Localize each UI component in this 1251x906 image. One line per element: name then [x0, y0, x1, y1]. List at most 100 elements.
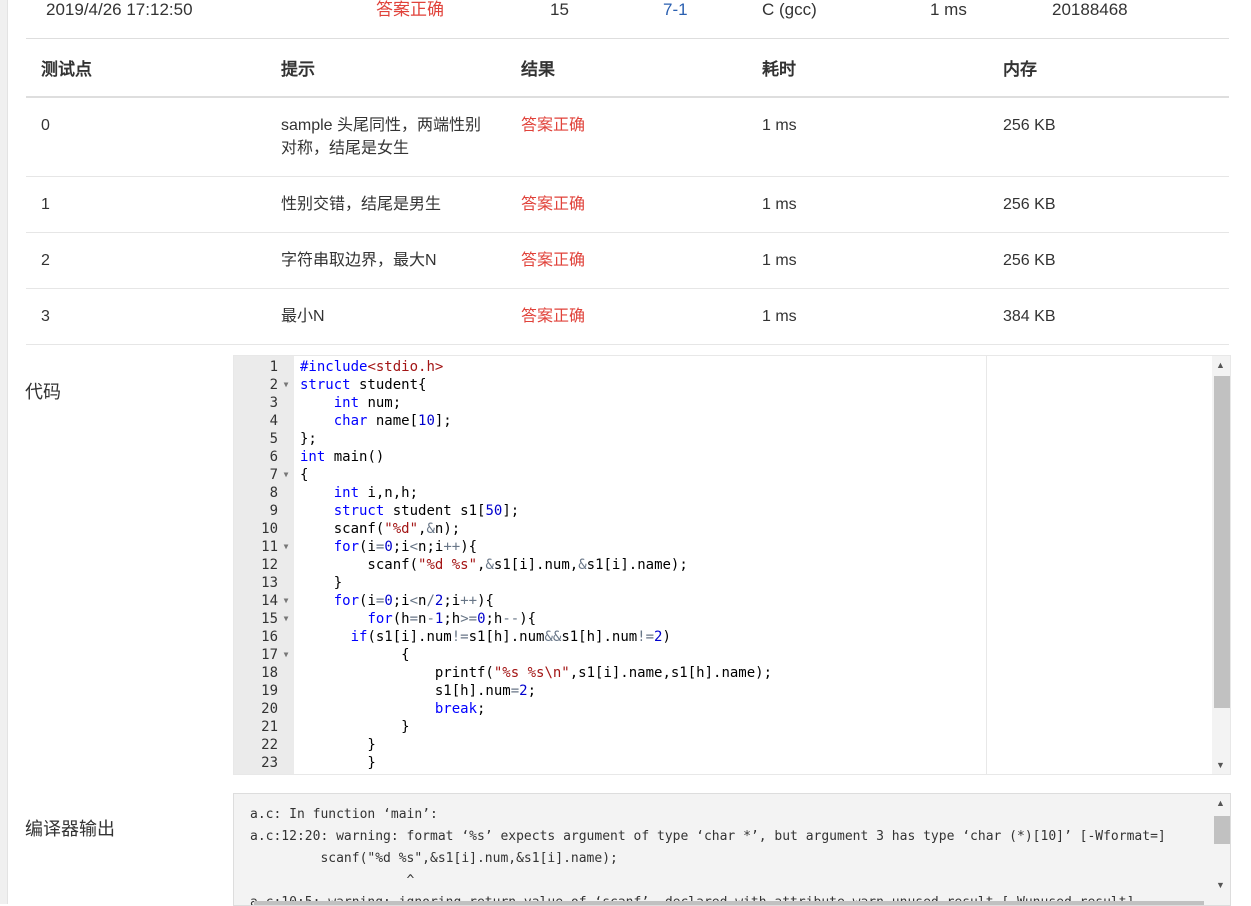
code-line: 20 break;: [234, 700, 485, 718]
case-hint: 字符串取边界，最大N: [266, 232, 506, 289]
compiler-output-label: 编译器输出: [25, 819, 115, 839]
line-number: 20: [261, 701, 278, 717]
fold-arrow-icon[interactable]: ▼: [278, 610, 294, 628]
code-text: scanf("%d",&n);: [300, 521, 461, 537]
case-time: 1 ms: [747, 232, 988, 289]
line-number: 10: [261, 521, 278, 537]
code-line: 11 ▼ for(i=0;i<n;i++){: [234, 538, 477, 556]
line-number: 23: [261, 755, 278, 771]
code-text: for(i=0;i<n/2;i++){: [333, 593, 494, 609]
code-lines: 1 #include<stdio.h> 2 ▼ struct student{3 int…: [234, 358, 772, 772]
table-row: 1 性别交错，结尾是男生 答案正确 1 ms 256 KB: [26, 176, 1229, 233]
code-line: 13 }: [234, 574, 342, 592]
scroll-down-icon[interactable]: ▼: [1216, 880, 1225, 890]
fold-arrow-icon[interactable]: ▼: [278, 592, 294, 610]
scroll-up-icon[interactable]: ▲: [1216, 798, 1225, 808]
code-vertical-scrollbar[interactable]: ▲ ▼: [1212, 356, 1230, 774]
code-line: 10 scanf("%d",&n);: [234, 520, 460, 538]
code-line: 12 scanf("%d %s",&s1[i].num,&s1[i].name)…: [234, 556, 688, 574]
code-line: 16 if(s1[i].num!=s1[h].num&&s1[h].num!=2…: [234, 628, 671, 646]
line-number: 8: [269, 485, 278, 501]
code-text: char name[10];: [333, 413, 452, 429]
code-line: 3 int num;: [234, 394, 402, 412]
code-text: }: [300, 719, 410, 735]
fold-arrow-icon[interactable]: ▼: [278, 646, 294, 664]
case-id: 2: [26, 232, 266, 289]
header-hint: 提示: [266, 39, 506, 98]
code-editor[interactable]: 1 #include<stdio.h> 2 ▼ struct student{3 int…: [233, 355, 1231, 775]
case-memory: 256 KB: [988, 232, 1229, 289]
case-memory: 256 KB: [988, 97, 1229, 177]
case-result: 答案正确: [506, 232, 747, 289]
code-line: 18 printf("%s %s\n",s1[i].name,s1[h].nam…: [234, 664, 772, 682]
compiler-output-box[interactable]: a.c: In function ‘main’: a.c:12:20: warn…: [233, 793, 1231, 906]
code-line: 14 ▼ for(i=0;i<n/2;i++){: [234, 592, 494, 610]
scroll-up-icon[interactable]: ▲: [1216, 360, 1225, 370]
line-number: 12: [261, 557, 278, 573]
case-result: 答案正确: [506, 176, 747, 233]
code-text: int i,n,h;: [333, 485, 419, 501]
code-text: {: [300, 467, 309, 483]
code-line: 15 ▼ for(h=n-1;h>=0;h--){: [234, 610, 536, 628]
line-number: 2: [269, 377, 278, 393]
case-time: 1 ms: [747, 97, 988, 177]
fold-arrow-icon[interactable]: ▼: [278, 466, 294, 484]
line-number: 11: [261, 539, 278, 555]
case-result: 答案正确: [506, 288, 747, 345]
fold-arrow-icon[interactable]: ▼: [278, 538, 294, 556]
line-number: 22: [261, 737, 278, 753]
code-text: };: [300, 431, 317, 447]
code-line: 19 s1[h].num=2;: [234, 682, 536, 700]
compiler-horizontal-scrollbar[interactable]: [254, 901, 1204, 905]
code-line: 17 ▼ {: [234, 646, 409, 664]
line-number: 17: [261, 647, 278, 663]
submission-compiler: C (gcc): [762, 0, 817, 19]
table-row: 3 最小N 答案正确 1 ms 384 KB: [26, 288, 1229, 345]
code-line: 21 }: [234, 718, 409, 736]
submission-duration: 1 ms: [930, 0, 967, 19]
line-number: 19: [261, 683, 278, 699]
compiler-vertical-scrollbar[interactable]: ▲ ▼: [1212, 794, 1230, 905]
line-number: 4: [269, 413, 278, 429]
line-number: 21: [261, 719, 278, 735]
code-line: 23 }: [234, 754, 376, 772]
code-text: for(h=n-1;h>=0;h--){: [367, 611, 537, 627]
line-number: 7: [269, 467, 278, 483]
header-result: 结果: [506, 39, 747, 98]
code-line: 6 int main(): [234, 448, 385, 466]
print-margin-line: [986, 356, 987, 774]
code-text: int num;: [333, 395, 402, 411]
code-line: 2 ▼ struct student{: [234, 376, 427, 394]
problem-link[interactable]: 7-1: [663, 0, 688, 20]
submission-time: 2019/4/26 17:12:50: [46, 0, 193, 19]
scrollbar-thumb[interactable]: [1214, 376, 1230, 708]
line-number: 13: [261, 575, 278, 591]
compiler-output-text: a.c: In function ‘main’: a.c:12:20: warn…: [250, 807, 1166, 905]
line-number: 9: [269, 503, 278, 519]
submission-summary-row: 2019/4/26 17:12:50 答案正确 15 7-1 C (gcc) 1…: [26, 0, 1229, 39]
code-section-label: 代码: [25, 382, 61, 402]
submission-score: 15: [550, 0, 569, 19]
case-hint: sample 头尾同性，两端性别对称，结尾是女生: [266, 97, 506, 177]
line-number: 1: [269, 359, 278, 375]
code-line: 4 char name[10];: [234, 412, 452, 430]
header-memory: 内存: [988, 39, 1229, 98]
line-number: 5: [269, 431, 278, 447]
table-row: 2 字符串取边界，最大N 答案正确 1 ms 256 KB: [26, 232, 1229, 289]
code-text: #include<stdio.h>: [300, 359, 444, 375]
line-number: 3: [269, 395, 278, 411]
code-line: 9 struct student s1[50];: [234, 502, 520, 520]
scroll-down-icon[interactable]: ▼: [1216, 760, 1225, 770]
case-id: 1: [26, 176, 266, 233]
scrollbar-thumb[interactable]: [1214, 816, 1230, 844]
line-number: 18: [261, 665, 278, 681]
test-case-table: 测试点 提示 结果 耗时 内存 0 sample 头尾同性，两端性别对称，结尾是…: [26, 39, 1229, 345]
header-test-point: 测试点: [26, 39, 266, 98]
line-number: 6: [269, 449, 278, 465]
fold-arrow-icon[interactable]: ▼: [278, 376, 294, 394]
header-time: 耗时: [747, 39, 988, 98]
code-text: }: [300, 737, 376, 753]
table-row: 0 sample 头尾同性，两端性别对称，结尾是女生 答案正确 1 ms 256…: [26, 97, 1229, 177]
submission-user: 20188468: [1052, 0, 1128, 19]
code-text: int main(): [300, 449, 385, 465]
